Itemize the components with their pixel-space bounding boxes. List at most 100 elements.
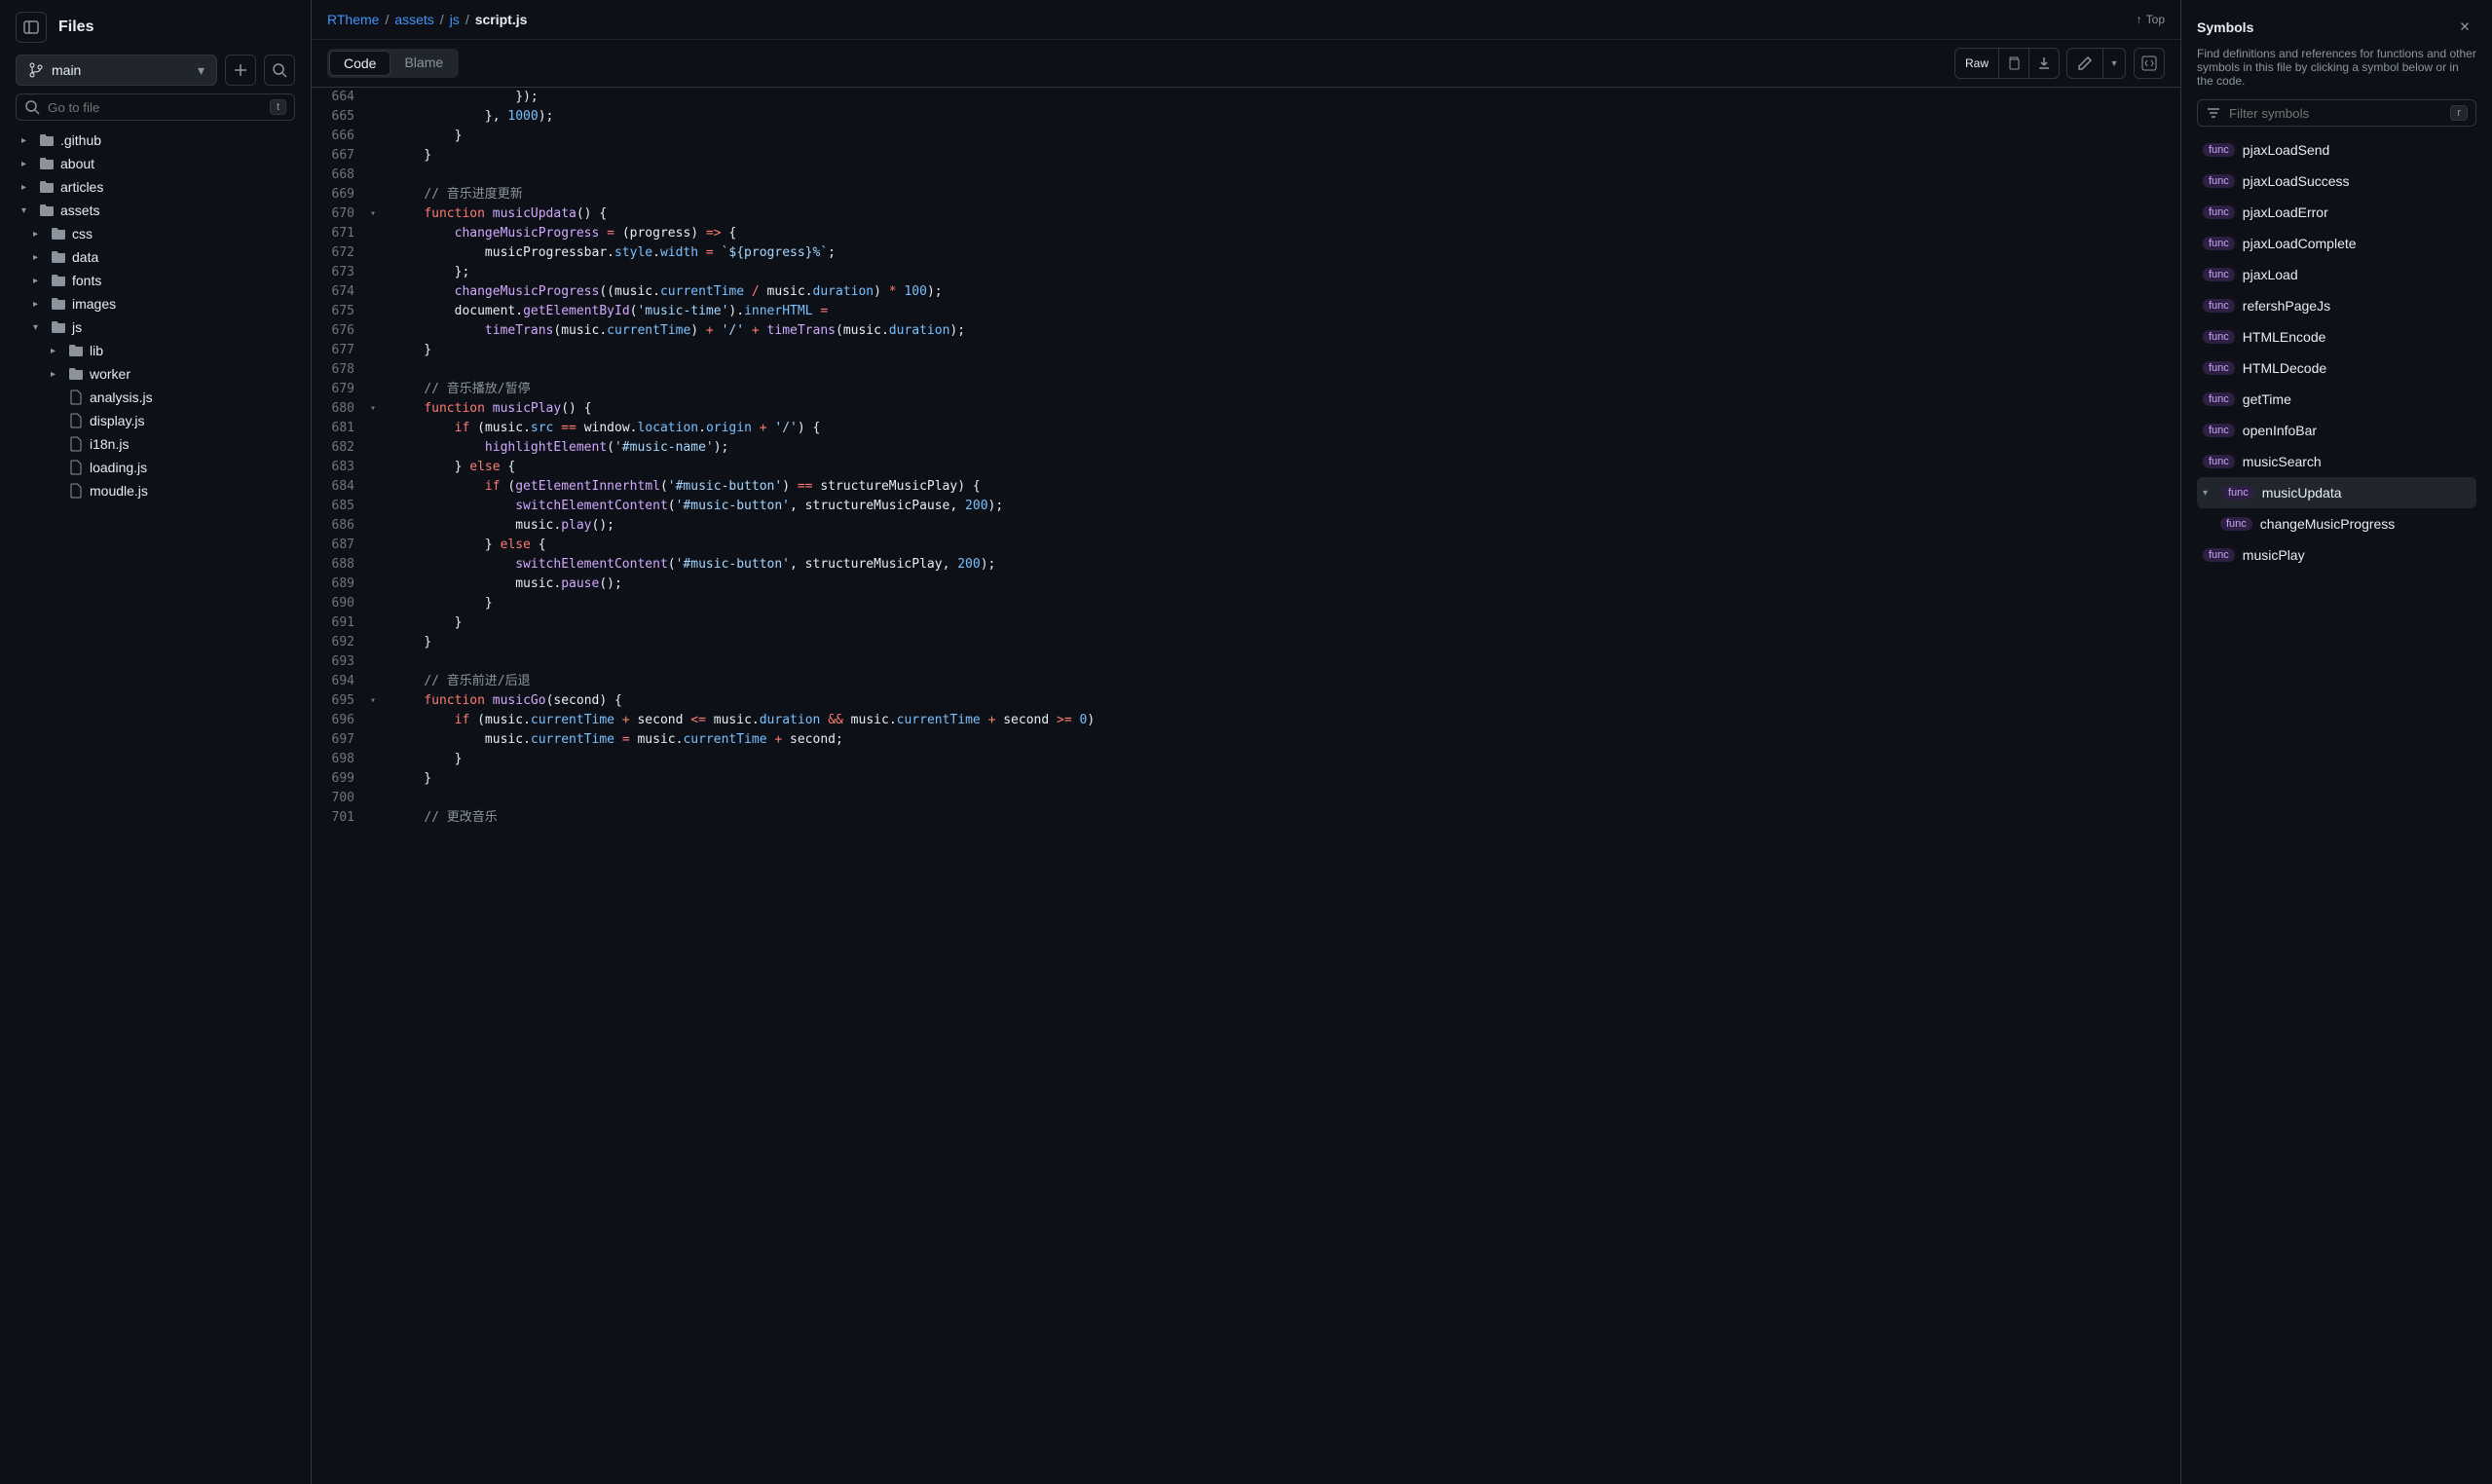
line-number[interactable]: 676	[312, 321, 370, 341]
line-number[interactable]: 671	[312, 224, 370, 243]
branch-selector[interactable]: main ▾	[16, 55, 217, 86]
code-line[interactable]: 695▾ function musicGo(second) {	[312, 691, 2180, 711]
symbol-item[interactable]: funcchangeMusicProgress	[2197, 508, 2476, 539]
folder-item[interactable]: ▸data	[16, 245, 295, 269]
fold-toggle[interactable]: ▾	[370, 691, 390, 711]
symbols-button[interactable]	[2134, 48, 2165, 79]
symbol-item[interactable]: funcHTMLEncode	[2197, 321, 2476, 352]
add-file-button[interactable]	[225, 55, 256, 86]
code-line[interactable]: 689 music.pause();	[312, 575, 2180, 594]
code-line[interactable]: 690 }	[312, 594, 2180, 613]
line-number[interactable]: 677	[312, 341, 370, 360]
symbol-item[interactable]: funcgetTime	[2197, 384, 2476, 415]
raw-button[interactable]: Raw	[1954, 48, 1999, 79]
line-number[interactable]: 685	[312, 497, 370, 516]
code-line[interactable]: 694 // 音乐前进/后退	[312, 672, 2180, 691]
folder-item[interactable]: ▸articles	[16, 175, 295, 199]
fold-toggle[interactable]: ▾	[370, 204, 390, 224]
folder-item[interactable]: ▸css	[16, 222, 295, 245]
line-number[interactable]: 672	[312, 243, 370, 263]
line-number[interactable]: 670	[312, 204, 370, 224]
symbol-item[interactable]: funcpjaxLoad	[2197, 259, 2476, 290]
symbols-filter-input[interactable]	[2229, 106, 2442, 121]
line-number[interactable]: 689	[312, 575, 370, 594]
folder-item[interactable]: ▸fonts	[16, 269, 295, 292]
code-line[interactable]: 683 } else {	[312, 458, 2180, 477]
line-number[interactable]: 680	[312, 399, 370, 419]
tab-blame[interactable]: Blame	[391, 51, 457, 76]
code-line[interactable]: 665 }, 1000);	[312, 107, 2180, 127]
line-number[interactable]: 675	[312, 302, 370, 321]
folder-item[interactable]: ▸about	[16, 152, 295, 175]
code-line[interactable]: 700	[312, 789, 2180, 808]
line-number[interactable]: 690	[312, 594, 370, 613]
code-line[interactable]: 682 highlightElement('#music-name');	[312, 438, 2180, 458]
symbol-item[interactable]: funcrefershPageJs	[2197, 290, 2476, 321]
code-line[interactable]: 688 switchElementContent('#music-button'…	[312, 555, 2180, 575]
folder-item[interactable]: ▸lib	[16, 339, 295, 362]
code-line[interactable]: 693	[312, 652, 2180, 672]
line-number[interactable]: 668	[312, 166, 370, 185]
line-number[interactable]: 683	[312, 458, 370, 477]
copy-button[interactable]	[1998, 48, 2029, 79]
line-number[interactable]: 695	[312, 691, 370, 711]
line-number[interactable]: 684	[312, 477, 370, 497]
code-line[interactable]: 696 if (music.currentTime + second <= mu…	[312, 711, 2180, 730]
code-line[interactable]: 671 changeMusicProgress = (progress) => …	[312, 224, 2180, 243]
edit-button[interactable]	[2066, 48, 2103, 79]
fold-toggle[interactable]: ▾	[370, 399, 390, 419]
symbol-item[interactable]: funcpjaxLoadSend	[2197, 134, 2476, 166]
breadcrumb-link[interactable]: assets	[394, 12, 433, 27]
line-number[interactable]: 674	[312, 282, 370, 302]
line-number[interactable]: 694	[312, 672, 370, 691]
code-line[interactable]: 686 music.play();	[312, 516, 2180, 536]
code-line[interactable]: 680▾ function musicPlay() {	[312, 399, 2180, 419]
code-line[interactable]: 664 });	[312, 88, 2180, 107]
code-line[interactable]: 691 }	[312, 613, 2180, 633]
code-line[interactable]: 675 document.getElementById('music-time'…	[312, 302, 2180, 321]
folder-item[interactable]: ▸worker	[16, 362, 295, 386]
file-item[interactable]: moudle.js	[16, 479, 295, 502]
line-number[interactable]: 681	[312, 419, 370, 438]
code-viewer[interactable]: 664 });665 }, 1000);666 }667 }668669 // …	[312, 88, 2180, 1484]
line-number[interactable]: 669	[312, 185, 370, 204]
line-number[interactable]: 687	[312, 536, 370, 555]
symbol-item[interactable]: funcpjaxLoadSuccess	[2197, 166, 2476, 197]
edit-dropdown[interactable]: ▾	[2102, 48, 2126, 79]
line-number[interactable]: 673	[312, 263, 370, 282]
code-line[interactable]: 684 if (getElementInnerhtml('#music-butt…	[312, 477, 2180, 497]
breadcrumb-link[interactable]: RTheme	[327, 12, 379, 27]
code-line[interactable]: 687 } else {	[312, 536, 2180, 555]
code-line[interactable]: 676 timeTrans(music.currentTime) + '/' +…	[312, 321, 2180, 341]
folder-item[interactable]: ▸images	[16, 292, 295, 315]
code-line[interactable]: 670▾ function musicUpdata() {	[312, 204, 2180, 224]
code-line[interactable]: 699 }	[312, 769, 2180, 789]
breadcrumb-link[interactable]: js	[450, 12, 460, 27]
code-line[interactable]: 673 };	[312, 263, 2180, 282]
symbol-item[interactable]: funcmusicSearch	[2197, 446, 2476, 477]
symbol-item[interactable]: funcopenInfoBar	[2197, 415, 2476, 446]
file-search-input[interactable]: t	[16, 93, 295, 121]
code-line[interactable]: 692 }	[312, 633, 2180, 652]
line-number[interactable]: 696	[312, 711, 370, 730]
file-item[interactable]: analysis.js	[16, 386, 295, 409]
file-search-field[interactable]	[48, 100, 262, 115]
folder-item[interactable]: ▸.github	[16, 129, 295, 152]
code-line[interactable]: 669 // 音乐进度更新	[312, 185, 2180, 204]
line-number[interactable]: 691	[312, 613, 370, 633]
line-number[interactable]: 664	[312, 88, 370, 107]
code-line[interactable]: 701 // 更改音乐	[312, 808, 2180, 828]
tab-code[interactable]: Code	[329, 51, 391, 76]
folder-item[interactable]: ▾assets	[16, 199, 295, 222]
symbol-item[interactable]: funcmusicPlay	[2197, 539, 2476, 571]
file-item[interactable]: i18n.js	[16, 432, 295, 456]
line-number[interactable]: 678	[312, 360, 370, 380]
line-number[interactable]: 665	[312, 107, 370, 127]
symbol-item[interactable]: ▾funcmusicUpdata	[2197, 477, 2476, 508]
code-line[interactable]: 666 }	[312, 127, 2180, 146]
line-number[interactable]: 667	[312, 146, 370, 166]
line-number[interactable]: 701	[312, 808, 370, 828]
line-number[interactable]: 697	[312, 730, 370, 750]
symbol-item[interactable]: funcpjaxLoadComplete	[2197, 228, 2476, 259]
line-number[interactable]: 698	[312, 750, 370, 769]
